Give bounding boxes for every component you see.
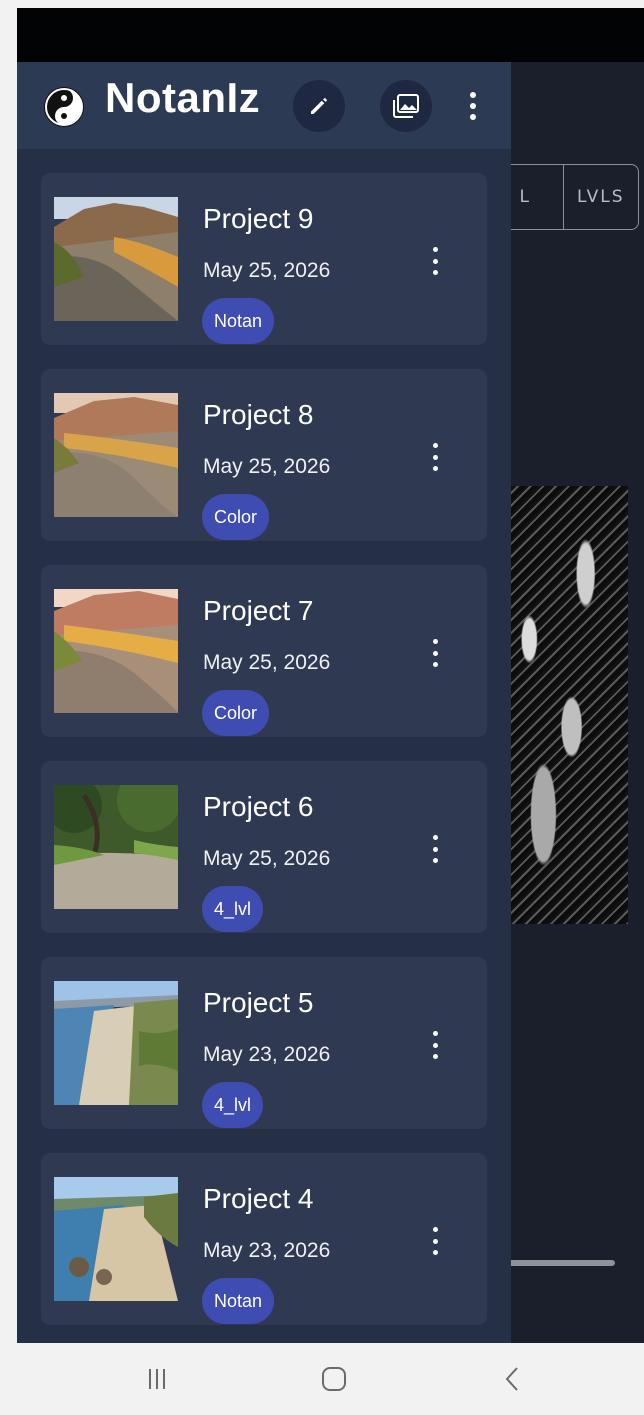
project-title: Project 6 <box>203 791 314 822</box>
back-icon <box>505 1367 518 1391</box>
more-vert-icon[interactable] <box>428 443 442 471</box>
recent-apps-icon <box>149 1369 165 1389</box>
edit-button[interactable] <box>293 80 345 132</box>
project-thumbnail <box>54 393 178 517</box>
home-button[interactable] <box>314 1363 354 1395</box>
project-title: Project 9 <box>203 203 314 234</box>
projects-drawer: NotanIz Project 9 May 25, 2026 Notan Pro… <box>17 62 511 1343</box>
project-tag-badge: Color <box>202 690 270 736</box>
project-tag-badge: 4_lvl <box>202 1082 264 1128</box>
more-vert-icon[interactable] <box>428 639 442 667</box>
project-thumbnail <box>54 981 178 1105</box>
project-thumbnail <box>54 1177 178 1301</box>
project-thumbnail <box>54 589 178 713</box>
pencil-icon <box>311 98 327 114</box>
project-card[interactable]: Project 9 May 25, 2026 Notan <box>41 173 487 345</box>
recent-apps-button[interactable] <box>137 1363 177 1395</box>
project-card[interactable]: Project 6 May 25, 2026 4_lvl <box>41 761 487 933</box>
home-icon <box>322 1367 346 1391</box>
project-date: May 23, 2026 <box>203 1043 331 1066</box>
project-thumbnail <box>54 785 178 909</box>
gallery-icon <box>393 94 419 118</box>
more-vert-icon[interactable] <box>428 247 442 275</box>
system-navigation-bar <box>17 1343 644 1415</box>
project-date: May 23, 2026 <box>203 1239 331 1262</box>
project-tag-badge: 4_lvl <box>202 886 264 932</box>
project-title: Project 4 <box>203 1183 314 1214</box>
project-date: May 25, 2026 <box>203 847 331 870</box>
project-tag-badge: Notan <box>202 1278 275 1324</box>
project-title: Project 8 <box>203 399 314 430</box>
drawer-header: NotanIz <box>17 62 511 149</box>
more-vert-icon[interactable] <box>428 835 442 863</box>
segment-option-levels[interactable]: LVLS <box>562 165 639 229</box>
yin-yang-icon <box>44 87 84 127</box>
status-bar <box>17 8 644 62</box>
project-thumbnail <box>54 197 178 321</box>
project-date: May 25, 2026 <box>203 651 331 674</box>
back-button[interactable] <box>492 1363 532 1395</box>
project-title: Project 5 <box>203 987 314 1018</box>
project-list: Project 9 May 25, 2026 Notan Project 8 M… <box>41 173 487 1343</box>
project-card[interactable]: Project 5 May 23, 2026 4_lvl <box>41 957 487 1129</box>
project-card[interactable]: Project 4 May 23, 2026 Notan <box>41 1153 487 1325</box>
project-card[interactable]: Project 8 May 25, 2026 Color <box>41 369 487 541</box>
project-date: May 25, 2026 <box>203 259 331 282</box>
app-title: NotanIz <box>105 74 261 121</box>
project-date: May 25, 2026 <box>203 455 331 478</box>
more-vert-icon[interactable] <box>428 1227 442 1255</box>
gallery-button[interactable] <box>380 80 432 132</box>
more-vert-icon[interactable] <box>428 1031 442 1059</box>
project-card[interactable]: Project 7 May 25, 2026 Color <box>41 565 487 737</box>
more-vert-icon[interactable] <box>463 88 483 124</box>
project-title: Project 7 <box>203 595 314 626</box>
project-tag-badge: Notan <box>202 298 275 344</box>
project-tag-badge: Color <box>202 494 270 540</box>
horizontal-scrollbar[interactable] <box>507 1260 615 1266</box>
device-screen: L LVLS NotanIz Project 9 May 25, 2026 No… <box>17 8 644 1343</box>
